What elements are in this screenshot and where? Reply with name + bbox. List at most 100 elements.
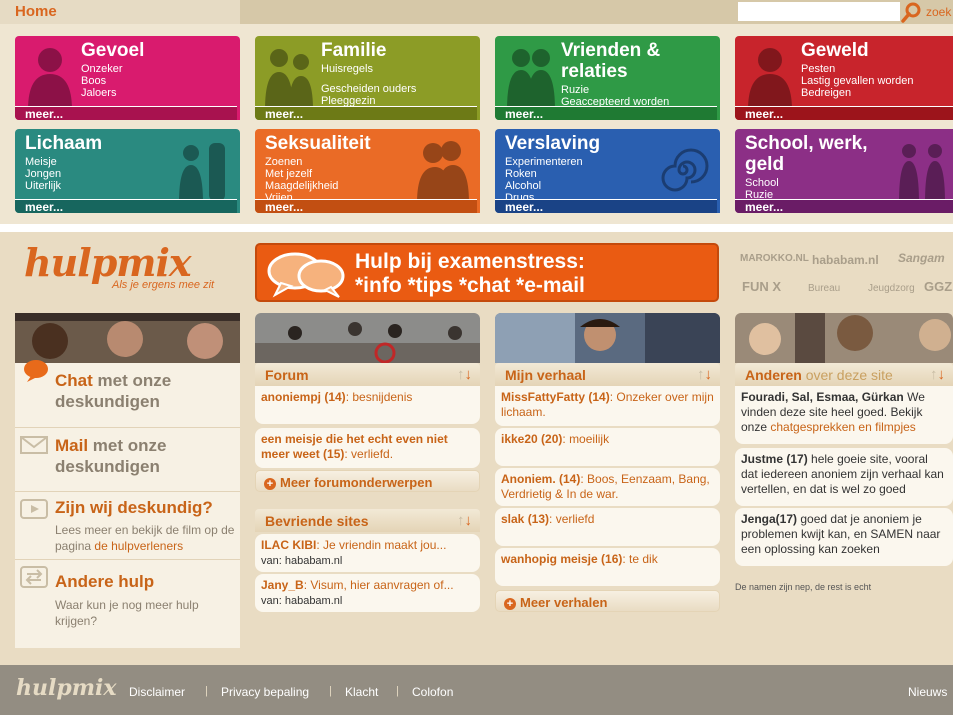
tile-familie[interactable]: Familie Huisregels Gescheiden ouders Ple… [255,36,480,120]
post-text: besnijdenis [352,390,413,404]
tile-vrienden-relaties[interactable]: Vrienden & relaties Ruzie Geaccepteerd w… [495,36,720,120]
tile-school-werk-geld[interactable]: School, werk, geld School Ruzie meer... [735,129,953,213]
tile-item[interactable]: Jongen [25,168,61,180]
chat-label[interactable]: Chat [55,371,93,390]
tile-item[interactable]: Met jezelf [265,168,312,180]
tile-item[interactable]: Boos [81,75,106,87]
tile-geweld[interactable]: Geweld Pesten Lastig gevallen worden Bed… [735,36,953,120]
expertise-section[interactable]: Zijn wij deskundig? Lees meer en bekijk … [15,495,240,559]
tile-item[interactable]: Maagdelijkheid [265,180,338,192]
search-button[interactable]: zoek [900,0,953,24]
friendly-site-post[interactable]: Jany_B: Visum, hier aanvragen of... van:… [255,574,480,612]
sort-up-icon[interactable]: ↑ [930,366,938,383]
others-header: Anderen over deze site ↑↓ [735,363,953,386]
tile-item[interactable]: Roken [505,168,537,180]
story-post[interactable]: slak (13): verliefd [495,508,720,546]
disclaimer-note: De namen zijn nep, de rest is echt [735,582,872,592]
tile-item[interactable]: Zoenen [265,156,302,168]
tile-item[interactable]: Ruzie [561,84,589,96]
tile-more-link[interactable]: meer... [495,199,717,213]
footer-link-privacy[interactable]: Privacy bepaling [221,685,309,699]
more-forum-topics-button[interactable]: + Meer forumonderwerpen [255,470,480,492]
chats-and-videos-link[interactable]: chatgesprekken en filmpjes [770,420,915,434]
tile-item[interactable]: School [745,177,779,189]
tile-more-link[interactable]: meer... [495,106,717,120]
tile-more-link[interactable]: meer... [735,199,953,213]
partner-logo[interactable]: Jeugdzorg [868,283,915,294]
testimonial: Fouradi, Sal, Esmaa, Gürkan We vinden de… [735,386,953,444]
tile-lichaam[interactable]: Lichaam Meisje Jongen Uiterlijk meer... [15,129,240,213]
story-post[interactable]: MissFattyFatty (14): Onzeker over mijn l… [495,386,720,426]
footer-logo[interactable]: hulpmix [16,675,116,701]
tile-verslaving[interactable]: Verslaving Experimenteren Roken Alcohol … [495,129,720,213]
footer-link-klacht[interactable]: Klacht [345,685,378,699]
exam-stress-banner[interactable]: Hulp bij examenstress: *info *tips *chat… [255,243,719,302]
help-options-panel: Chat met onze deskundigen Mail met onze … [15,313,240,648]
testimonial: Jenga(17) goed dat je anoniem je problem… [735,508,953,566]
sort-down-icon[interactable]: ↓ [465,366,473,383]
tile-item[interactable]: Pesten [801,63,835,75]
tile-gevoel[interactable]: Gevoel Onzeker Boos Jaloers meer... [15,36,240,120]
sort-down-icon[interactable]: ↓ [938,366,946,383]
story-photo [495,313,720,363]
sort-down-icon[interactable]: ↓ [705,366,713,383]
others-photo-image [735,313,953,363]
sort-down-icon[interactable]: ↓ [465,512,473,529]
footer-link-disclaimer[interactable]: Disclaimer [129,685,185,699]
partner-logo[interactable]: Sangam [898,251,945,265]
tile-item[interactable]: Uiterlijk [25,180,61,192]
tile-item[interactable]: Gescheiden ouders [321,83,416,95]
helpers-link[interactable]: de hulpverleners [94,539,183,553]
home-link[interactable]: Home [15,3,57,20]
post-user: anoniempj (14) [261,390,346,404]
tile-more-link[interactable]: meer... [735,106,953,120]
story-post[interactable]: wanhopig meisje (16): te dik [495,548,720,586]
forum-post[interactable]: een meisje die het echt even niet meer w… [255,428,480,468]
tile-item[interactable]: Onzeker [81,63,123,75]
testimonial-user: Jenga(17) [741,512,798,526]
partner-logos: MAROKKO.NL hababam.nl Sangam FUN X Burea… [738,243,953,301]
other-help-title[interactable]: Andere hulp [55,571,154,592]
tile-item[interactable]: Bedreigen [801,87,851,99]
story-post[interactable]: ikke20 (20): moeilijk [495,428,720,466]
forum-title: Forum [265,367,309,383]
partner-logo[interactable]: GGZ [924,279,952,294]
tile-item[interactable]: Huisregels [321,63,373,75]
partner-logo[interactable]: MAROKKO.NL [740,253,809,264]
partner-logo[interactable]: FUN X [742,279,781,294]
forum-post[interactable]: anoniempj (14): besnijdenis [255,386,480,424]
testimonial-user: Justme (17) [741,452,808,466]
more-stories-button[interactable]: + Meer verhalen [495,590,720,612]
logo-area[interactable]: hulpmix Als je ergens mee zit [18,240,243,300]
sort-up-icon[interactable]: ↑ [697,366,705,383]
tile-item[interactable]: Experimenteren [505,156,583,168]
search-label: zoek [926,5,952,19]
mail-section[interactable]: Mail met onze deskundigen [15,431,240,491]
tile-item[interactable]: Lastig gevallen worden [801,75,914,87]
sort-up-icon[interactable]: ↑ [457,512,465,529]
footer-link-colofon[interactable]: Colofon [412,685,453,699]
friendly-site-post[interactable]: ILAC KIBI: Je vriendin maakt jou... van:… [255,534,480,572]
tile-more-link[interactable]: meer... [15,199,237,213]
search-input[interactable] [738,2,900,21]
chat-section[interactable]: Chat met onze deskundigen [15,360,240,425]
tile-item[interactable]: Meisje [25,156,57,168]
tile-seksualiteit[interactable]: Seksualiteit Zoenen Met jezelf Maagdelij… [255,129,480,213]
chat-bubbles-icon [267,252,345,298]
story-post[interactable]: Anoniem. (14): Boos, Eenzaam, Bang, Verd… [495,468,720,506]
tile-more-link[interactable]: meer... [255,199,477,213]
tile-more-link[interactable]: meer... [15,106,237,120]
mail-label[interactable]: Mail [55,436,88,455]
footer-link-nieuws[interactable]: Nieuws [908,685,947,699]
post-text: te dik [629,552,658,566]
post-user: MissFattyFatty (14) [501,390,610,404]
tile-more-link[interactable]: meer... [255,106,477,120]
tile-item[interactable]: Alcohol [505,180,541,192]
partner-logo[interactable]: Bureau [808,283,840,294]
partner-logo[interactable]: hababam.nl [812,253,879,267]
expertise-title[interactable]: Zijn wij deskundig? [55,497,213,518]
tile-item[interactable]: Jaloers [81,87,116,99]
other-help-section[interactable]: Andere hulp Waar kun je nog meer hulp kr… [15,563,240,633]
tile-title: School, werk, geld [745,133,868,175]
sort-up-icon[interactable]: ↑ [457,366,465,383]
